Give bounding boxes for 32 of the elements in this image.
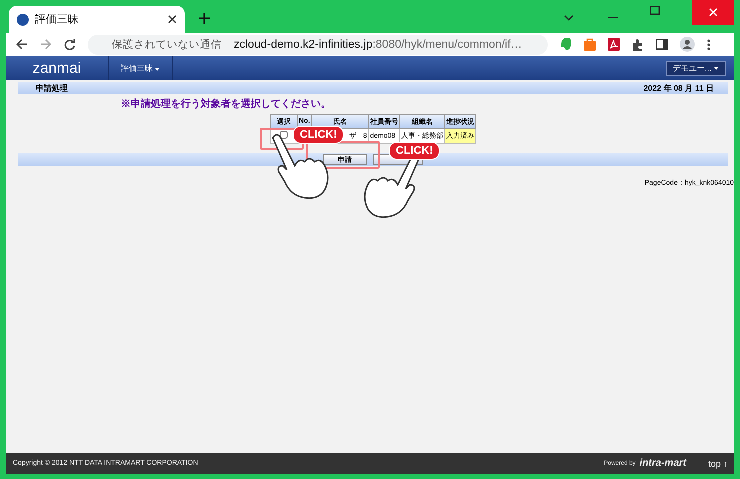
tab-title: 評価三昧 [35, 13, 80, 27]
avatar-icon[interactable] [680, 37, 695, 52]
page-title: 申請処理 [36, 82, 68, 94]
browser-tab[interactable]: 評価三昧 [9, 6, 185, 33]
user-dropdown[interactable]: デモユー... [666, 60, 726, 76]
instruction-text: ※申請処理を行う対象者を選択してください。 [121, 97, 332, 111]
more-icon[interactable] [707, 38, 711, 50]
minimize-icon[interactable] [608, 17, 618, 19]
brand-logo: intra-mart [640, 458, 686, 469]
url-text: zcloud-demo.k2-infinities.jp:8080/hyk/menu/common/if… [234, 38, 522, 50]
caret-icon [155, 68, 160, 70]
side-panel-icon[interactable] [656, 39, 668, 50]
app-logo: zanmai [32, 60, 82, 76]
site-icon [17, 14, 29, 26]
new-tab-icon[interactable] [199, 13, 210, 24]
bag-icon[interactable] [584, 38, 596, 51]
top-link[interactable]: top ↑ [708, 458, 728, 468]
close-icon [708, 8, 718, 17]
click-callout: CLICK! [293, 126, 344, 144]
puzzle-icon[interactable] [632, 38, 644, 50]
caret-icon [714, 66, 719, 70]
back-icon[interactable] [16, 39, 28, 50]
reload-icon[interactable] [64, 38, 76, 50]
chevron-icon[interactable] [564, 15, 574, 21]
pdf-icon[interactable] [608, 38, 620, 51]
security-warning: 保護されていない通信 [112, 38, 222, 52]
close-icon[interactable] [168, 15, 177, 24]
click-callout: CLICK! [389, 142, 440, 160]
date-text: 2022 年 08 月 11 日 [644, 82, 714, 94]
maximize-icon[interactable] [650, 6, 660, 15]
app-menu[interactable]: 評価三昧 [108, 56, 174, 80]
address-bar[interactable]: 保護されていない通信 zcloud-demo.k2-infinities.jp:8080/hyk/menu/common/if… [88, 34, 548, 54]
